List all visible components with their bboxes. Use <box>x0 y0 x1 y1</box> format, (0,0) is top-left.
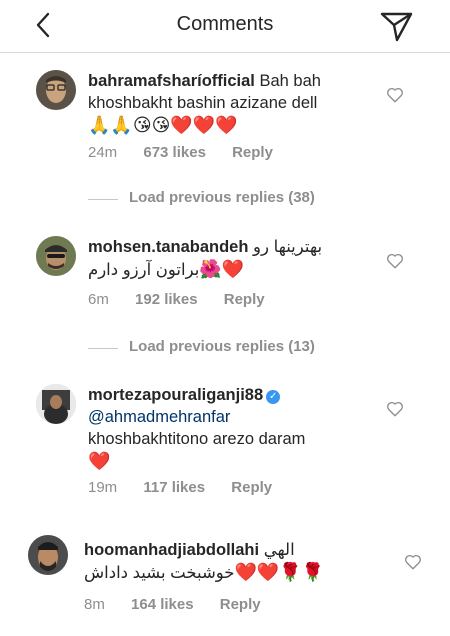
likes-count[interactable]: 192 likes <box>135 291 198 308</box>
comment-body-line2: براتون آرزو دارم🌺❤️ <box>88 259 245 279</box>
comment-time: 8m <box>84 596 105 613</box>
load-previous-replies[interactable]: Load previous replies (38) <box>88 189 388 209</box>
comment-time: 6m <box>88 291 109 308</box>
load-previous-label[interactable]: Load previous replies (13) <box>129 338 315 355</box>
mention-link[interactable]: @ahmadmehranfar <box>88 408 230 426</box>
verified-badge-icon: ✓ <box>266 390 281 404</box>
reply-button[interactable]: Reply <box>220 596 261 613</box>
likes-count[interactable]: 164 likes <box>131 596 194 613</box>
divider-line <box>88 199 118 200</box>
send-direct-icon[interactable] <box>378 8 414 44</box>
comment-username[interactable]: hoomanhadjiabdollahi <box>84 541 259 559</box>
reply-button[interactable]: Reply <box>231 479 272 496</box>
avatar[interactable] <box>36 236 76 276</box>
comment-text: mohsen.tanabandeh بهترینها رو براتون آرز… <box>88 236 388 281</box>
comment-body-line2: خوشبخت بشيد داداش❤️❤️🌹🌹 <box>84 562 325 582</box>
comment-body: الهي <box>263 541 295 559</box>
comment-text: bahramafsharíofficial Bah bah khoshbakht… <box>88 70 388 136</box>
heart-outline-icon[interactable] <box>386 252 404 270</box>
avatar[interactable] <box>36 384 76 424</box>
divider-line <box>88 348 118 349</box>
comment-body-rtl: خوشبخت بشيد داداش <box>84 564 235 582</box>
header: Comments <box>0 0 450 53</box>
avatar[interactable] <box>28 535 68 575</box>
load-previous-replies[interactable]: Load previous replies (13) <box>88 338 388 358</box>
likes-count[interactable]: 673 likes <box>143 144 206 161</box>
comment-username[interactable]: mortezapouraliganji88 <box>88 386 263 404</box>
reply-button[interactable]: Reply <box>224 291 265 308</box>
comment-body-rtl: براتون آرزو دارم <box>88 261 200 279</box>
likes-count[interactable]: 117 likes <box>143 479 205 496</box>
avatar[interactable] <box>36 70 76 110</box>
emoji-row: 🙏🙏😘😘❤️❤️❤️ <box>88 115 238 135</box>
comment-text: hoomanhadjiabdollahi الهي خوشبخت بشيد دا… <box>84 539 384 584</box>
comment-meta: 8m 164 likes Reply <box>84 596 283 613</box>
comment-time: 19m <box>88 479 118 496</box>
comment-body: بهترینها رو <box>253 238 323 256</box>
reply-button[interactable]: Reply <box>232 144 273 161</box>
comment-time: 24m <box>88 144 118 161</box>
heart-outline-icon[interactable] <box>404 553 422 571</box>
load-previous-label[interactable]: Load previous replies (38) <box>129 189 315 206</box>
comment-username[interactable]: bahramafsharíofficial <box>88 72 255 90</box>
comment-body: khoshbakhtitono arezo daram <box>88 430 306 448</box>
comment-meta: 6m 192 likes Reply <box>88 291 287 308</box>
heart-outline-icon[interactable] <box>386 400 404 418</box>
comment-text: mortezapouraliganji88 ✓ @ahmadmehranfar k… <box>88 384 388 472</box>
heart-outline-icon[interactable] <box>386 86 404 104</box>
comment-username[interactable]: mohsen.tanabandeh <box>88 238 248 256</box>
comment-meta: 24m 673 likes Reply <box>88 144 295 161</box>
emoji-row: ❤️ <box>88 451 111 471</box>
comment-meta: 19m 117 likes Reply <box>88 479 294 496</box>
